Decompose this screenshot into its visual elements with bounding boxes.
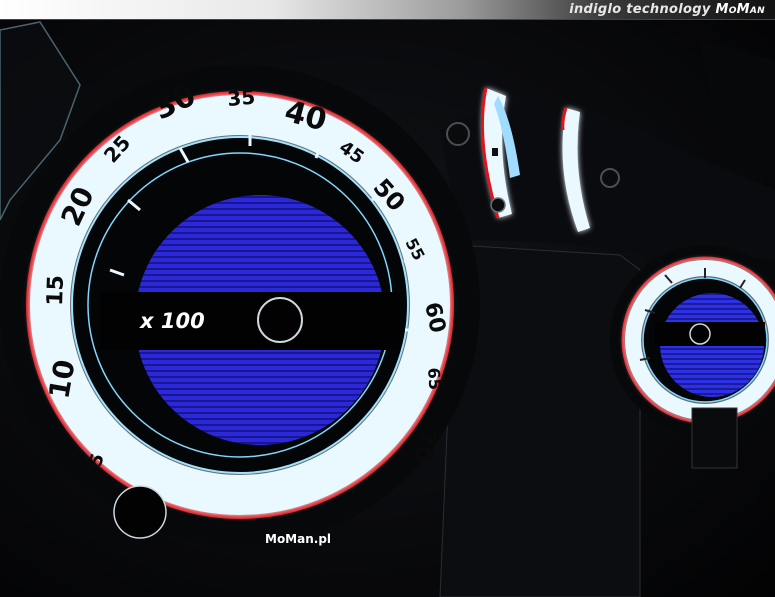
- scale-label: 70: [408, 427, 441, 465]
- instrument-cluster-photo: 5 10 15 20 25 30 35 40 45 50 55 60 65 70…: [0, 20, 775, 597]
- tachometer-dial: 5 10 15 20 25 30 35 40 45 50 55 60 65 70…: [0, 65, 480, 546]
- maker-label: MoMan.pl: [265, 532, 331, 546]
- banner-brand: MoMan: [715, 2, 765, 17]
- banner-text: indiglo technology: [569, 2, 711, 17]
- banner-caption: indiglo technology MoMan: [569, 2, 765, 17]
- multiplier-label: x 100: [139, 309, 205, 333]
- scale-label: 65: [424, 367, 445, 391]
- scale-label: 35: [226, 85, 256, 111]
- scale-label: 15: [43, 275, 69, 306]
- header-banner: indiglo technology MoMan: [0, 0, 775, 20]
- scale-label: 10: [42, 357, 81, 401]
